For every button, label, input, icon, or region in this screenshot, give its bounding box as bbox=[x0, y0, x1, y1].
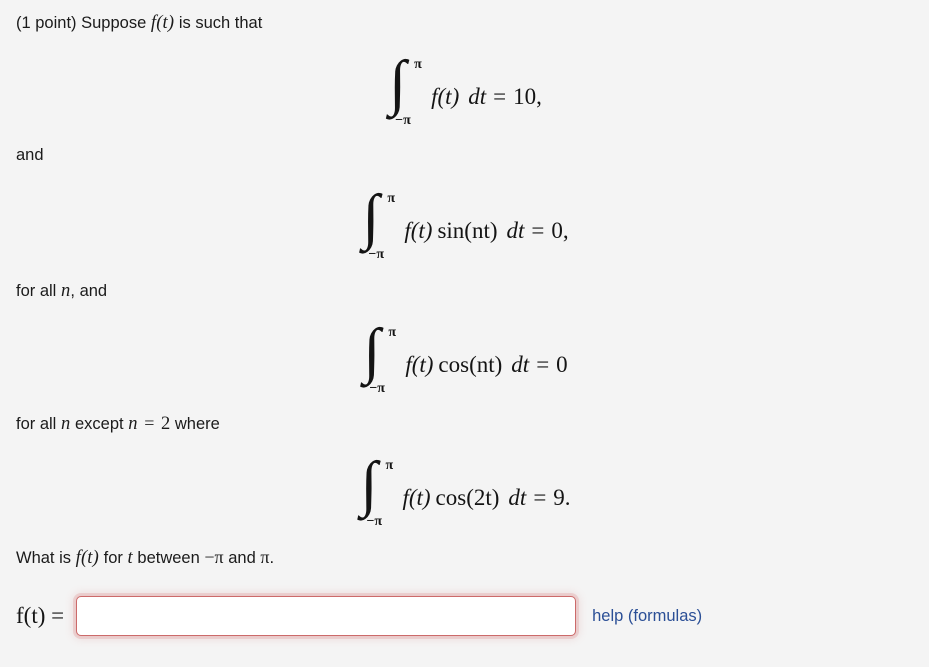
question-function: f(t) bbox=[75, 548, 100, 568]
equation-value: 0 bbox=[551, 217, 563, 243]
exception-equals-sign: = bbox=[144, 413, 155, 433]
equation-integral-f-cos-nt-dt: ∫ π −π f(t) cos(nt) dt = 0 bbox=[0, 320, 929, 398]
exception-middle: except bbox=[75, 415, 124, 433]
condition-exception: for all n except n = 2 where bbox=[16, 413, 220, 435]
equation-trailing-punctuation: , bbox=[562, 217, 569, 243]
question-middle: for bbox=[103, 549, 123, 567]
integral-glyph: ∫ bbox=[363, 317, 381, 385]
integral-glyph: ∫ bbox=[389, 49, 407, 117]
equation-trailing-punctuation: . bbox=[564, 484, 571, 510]
equation-value: 0 bbox=[556, 351, 568, 377]
question-line: What is f(t) for t between −π and π. bbox=[16, 547, 274, 569]
intro-text-before: Suppose bbox=[81, 14, 147, 32]
question-prefix: What is bbox=[16, 549, 72, 567]
exception-variable-2: n bbox=[128, 414, 138, 434]
connector-and: and bbox=[16, 146, 44, 166]
condition-prefix: for all bbox=[16, 282, 57, 300]
exception-suffix: where bbox=[174, 415, 220, 433]
question-variable-t: t bbox=[127, 548, 133, 568]
question-between: between bbox=[137, 549, 200, 567]
integral-upper-limit: π bbox=[388, 325, 396, 340]
integrand-function: f(t) bbox=[431, 83, 460, 109]
answer-label: f(t) = bbox=[16, 603, 65, 628]
answer-input[interactable] bbox=[76, 596, 577, 636]
integrand-function: f(t) bbox=[404, 217, 433, 243]
question-period: . bbox=[269, 549, 275, 567]
problem-statement-intro: (1 point) Suppose f(t) is such that bbox=[16, 12, 262, 34]
equation-integral-f-dt: ∫ π −π f(t) dt = 10, bbox=[0, 52, 929, 130]
integral-upper-limit: π bbox=[387, 191, 396, 206]
question-and: and bbox=[228, 549, 256, 567]
condition-for-all-n: for all n, and bbox=[16, 280, 107, 302]
exception-value: 2 bbox=[161, 414, 171, 434]
problem-page: (1 point) Suppose f(t) is such that ∫ π … bbox=[0, 0, 929, 667]
equals-sign: = bbox=[533, 484, 547, 510]
intro-text-after: is such that bbox=[178, 14, 263, 32]
differential: dt bbox=[511, 351, 530, 377]
help-formulas-link[interactable]: help (formulas) bbox=[592, 607, 702, 626]
equation-integral-f-cos-2t-dt: ∫ π −π f(t) cos(2t) dt = 9. bbox=[0, 453, 929, 531]
integral-lower-limit: −π bbox=[366, 514, 383, 529]
answer-row: f(t) = help (formulas) bbox=[16, 593, 702, 639]
integral-lower-limit: −π bbox=[368, 247, 384, 262]
integral-symbol: ∫ π −π bbox=[358, 453, 402, 531]
exception-prefix: for all bbox=[16, 415, 57, 433]
integrand-function: f(t) bbox=[405, 351, 434, 377]
integrand-factor: cos(2t) bbox=[435, 484, 500, 510]
equation-integral-f-sin-nt-dt: ∫ π −π f(t) sin(nt) dt = 0, bbox=[0, 186, 929, 264]
integrand-function: f(t) bbox=[402, 484, 431, 510]
integrand-factor: sin(nt) bbox=[437, 217, 498, 243]
points-label: (1 point) bbox=[16, 14, 77, 32]
equals-sign: = bbox=[536, 351, 550, 377]
condition-variable-n: n bbox=[60, 281, 71, 301]
differential: dt bbox=[508, 484, 527, 510]
integrand-factor: cos(nt) bbox=[438, 351, 503, 377]
integral-upper-limit: π bbox=[414, 57, 422, 72]
integral-glyph: ∫ bbox=[362, 183, 380, 251]
integral-lower-limit: −π bbox=[369, 381, 385, 396]
equals-sign: = bbox=[531, 217, 545, 243]
equation-trailing-punctuation: , bbox=[536, 83, 542, 109]
equals-sign: = bbox=[493, 83, 507, 109]
question-lower-bound: −π bbox=[204, 547, 224, 567]
integral-upper-limit: π bbox=[385, 458, 394, 473]
equation-value: 10 bbox=[513, 83, 537, 109]
integral-symbol: ∫ π −π bbox=[360, 186, 404, 264]
differential: dt bbox=[506, 217, 525, 243]
exception-variable-1: n bbox=[60, 414, 71, 434]
answer-input-wrapper bbox=[76, 596, 577, 636]
differential: dt bbox=[468, 83, 487, 109]
condition-suffix: , and bbox=[70, 282, 108, 300]
integral-glyph: ∫ bbox=[360, 450, 378, 518]
integral-symbol: ∫ π −π bbox=[387, 52, 431, 130]
integral-symbol: ∫ π −π bbox=[361, 320, 405, 398]
equation-value: 9 bbox=[553, 484, 565, 510]
intro-math-ft: f(t) bbox=[150, 13, 175, 33]
integral-lower-limit: −π bbox=[395, 113, 411, 128]
connector-and-text: and bbox=[16, 146, 44, 164]
